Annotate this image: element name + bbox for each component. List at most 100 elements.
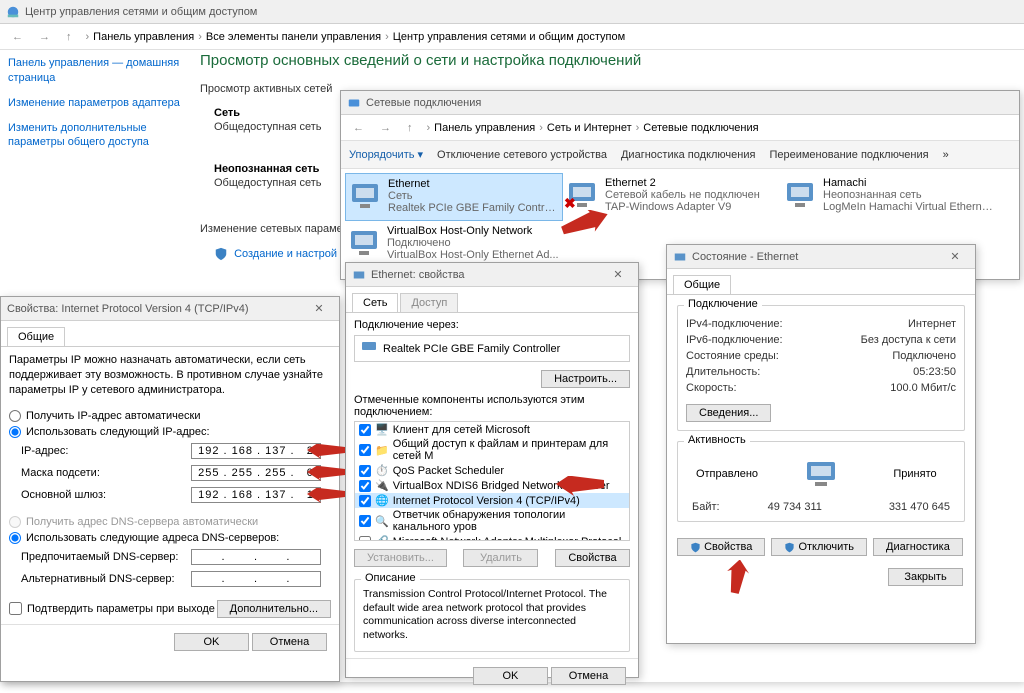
- bytes-sent: 49 734 311: [755, 501, 835, 513]
- connection-item-ethernet[interactable]: Ethernet Сеть Realtek PCIe GBE Family Co…: [345, 173, 563, 221]
- window-title: Ethernet: свойства: [371, 269, 465, 281]
- manual-ip-radio[interactable]: Использовать следующий IP-адрес:: [9, 424, 331, 440]
- organize-button[interactable]: Упорядочить ▾: [349, 148, 423, 161]
- nav-up-icon[interactable]: ↑: [401, 122, 419, 134]
- ipv6-value: Без доступа к сети: [861, 334, 956, 346]
- connect-via-label: Подключение через:: [354, 319, 630, 331]
- nav-fwd-icon[interactable]: →: [33, 31, 56, 43]
- properties-button[interactable]: Свойства: [677, 538, 765, 556]
- shield-icon: [784, 542, 795, 553]
- dns1-input[interactable]: [191, 549, 321, 565]
- activity-group: Активность Отправлено Принято Байт: 49 7…: [677, 441, 965, 522]
- component-checkbox[interactable]: [359, 424, 371, 436]
- group-legend: Подключение: [684, 298, 762, 310]
- mask-label: Маска подсети:: [21, 467, 191, 479]
- connection-device: LogMeIn Hamachi Virtual Etherne...: [823, 201, 995, 213]
- connection-group: Подключение IPv4-подключение:Интернет IP…: [677, 305, 965, 431]
- device-name: Realtek PCIe GBE Family Controller: [383, 343, 560, 355]
- ip-label: IP-адрес:: [21, 445, 191, 457]
- close-icon[interactable]: ✕: [305, 302, 333, 315]
- bytes-recv: 331 470 645: [870, 501, 950, 513]
- sidebar-home-link[interactable]: Панель управления — домашняя страница: [8, 56, 183, 86]
- shield-icon: [690, 542, 701, 553]
- tab-access[interactable]: Доступ: [400, 293, 458, 312]
- component-checkbox[interactable]: [359, 495, 371, 507]
- sidebar-adapter-link[interactable]: Изменение параметров адаптера: [8, 96, 183, 111]
- cancel-button[interactable]: Отмена: [252, 633, 327, 651]
- description-legend: Описание: [361, 572, 420, 584]
- configure-button[interactable]: Настроить...: [541, 370, 630, 388]
- component-item[interactable]: 🔌VirtualBox NDIS6 Bridged Networking Dri…: [355, 478, 629, 493]
- validate-checkbox[interactable]: Подтвердить параметры при выходе: [9, 602, 215, 615]
- sidebar-sharing-link[interactable]: Изменить дополнительные параметры общего…: [8, 121, 183, 151]
- tab-general[interactable]: Общие: [7, 327, 65, 346]
- nav-back-icon[interactable]: ←: [6, 31, 29, 43]
- dns2-label: Альтернативный DNS-сервер:: [21, 573, 191, 585]
- advanced-button[interactable]: Дополнительно...: [217, 600, 331, 618]
- component-item[interactable]: 🔍Ответчик обнаружения топологии канально…: [355, 508, 629, 534]
- tab-general[interactable]: Общие: [673, 275, 731, 294]
- ethernet-icon: [350, 178, 384, 218]
- ethernet-icon: [352, 268, 366, 282]
- breadcrumb-bar: ← → ↑ › Панель управления › Сеть и Интер…: [341, 115, 1019, 141]
- component-item[interactable]: 📁Общий доступ к файлам и принтерам для с…: [355, 437, 629, 463]
- connection-item-hamachi[interactable]: Hamachi Неопознанная сеть LogMeIn Hamach…: [781, 173, 999, 221]
- component-item-ipv4[interactable]: 🌐Internet Protocol Version 4 (TCP/IPv4): [355, 493, 629, 508]
- remove-button[interactable]: Удалить: [463, 549, 538, 567]
- component-icon: 🌐: [375, 494, 389, 507]
- breadcrumb-item[interactable]: Центр управления сетями и общим доступом: [393, 31, 625, 43]
- disable-button[interactable]: Отключить: [771, 538, 867, 556]
- breadcrumb-item[interactable]: Панель управления: [93, 31, 194, 43]
- more-button[interactable]: »: [943, 149, 949, 161]
- action-buttons: Свойства Отключить Диагностика: [667, 532, 975, 562]
- breadcrumb-item[interactable]: Сетевые подключения: [643, 122, 758, 134]
- auto-ip-radio[interactable]: Получить IP-адрес автоматически: [9, 408, 331, 424]
- gateway-input[interactable]: [191, 487, 321, 503]
- component-checkbox[interactable]: [359, 480, 371, 492]
- page-heading: Просмотр основных сведений о сети и наст…: [200, 52, 1016, 69]
- rename-button[interactable]: Переименование подключения: [769, 149, 928, 161]
- manual-dns-radio[interactable]: Использовать следующие адреса DNS-сервер…: [9, 530, 331, 546]
- breadcrumb-item[interactable]: Все элементы панели управления: [206, 31, 381, 43]
- details-button[interactable]: Сведения...: [686, 404, 771, 422]
- activity-icon: [791, 456, 851, 491]
- diagnose-button[interactable]: Диагностика: [873, 538, 963, 556]
- connection-device: VirtualBox Host-Only Ethernet Ad...: [387, 249, 559, 261]
- nav-back-icon[interactable]: ←: [347, 122, 370, 134]
- component-item[interactable]: 🖥️Клиент для сетей Microsoft: [355, 422, 629, 437]
- components-list: 🖥️Клиент для сетей Microsoft 📁Общий дост…: [354, 421, 630, 541]
- close-icon[interactable]: ✕: [604, 268, 632, 281]
- component-item[interactable]: ⏱️QoS Packet Scheduler: [355, 463, 629, 478]
- network-center-icon: [6, 5, 20, 19]
- ethernet-icon: [673, 250, 687, 264]
- component-checkbox[interactable]: [359, 515, 371, 527]
- nav-fwd-icon[interactable]: →: [374, 122, 397, 134]
- install-button[interactable]: Установить...: [354, 549, 447, 567]
- tabs: Сеть Доступ: [346, 287, 638, 313]
- component-checkbox[interactable]: [359, 465, 371, 477]
- diagnose-button[interactable]: Диагностика подключения: [621, 149, 755, 161]
- tab-network[interactable]: Сеть: [352, 293, 398, 312]
- breadcrumb-item[interactable]: Сеть и Интернет: [547, 122, 632, 134]
- nav-up-icon[interactable]: ↑: [60, 31, 78, 43]
- close-icon[interactable]: ✕: [941, 250, 969, 263]
- component-item[interactable]: 🔗Microsoft Network Adapter Multiplexor P…: [355, 534, 629, 541]
- ok-button[interactable]: OK: [174, 633, 249, 651]
- device-box: Realtek PCIe GBE Family Controller: [354, 335, 630, 362]
- component-checkbox[interactable]: [359, 444, 371, 456]
- ethernet-icon: ✖: [567, 177, 601, 217]
- connection-status: Сеть: [388, 190, 558, 202]
- speed-value: 100.0 Мбит/с: [890, 382, 956, 394]
- component-icon: 🔌: [375, 479, 389, 492]
- connection-item-ethernet2[interactable]: ✖ Ethernet 2 Сетевой кабель не подключен…: [563, 173, 781, 221]
- disable-device-button[interactable]: Отключение сетевого устройства: [437, 149, 607, 161]
- gateway-label: Основной шлюз:: [21, 489, 191, 501]
- ip-input[interactable]: [191, 443, 321, 459]
- close-button[interactable]: Закрыть: [888, 568, 963, 586]
- mask-input[interactable]: [191, 465, 321, 481]
- create-connection-link[interactable]: Создание и настрой: [234, 248, 337, 260]
- dns2-input[interactable]: [191, 571, 321, 587]
- component-properties-button[interactable]: Свойства: [555, 549, 630, 567]
- breadcrumb-item[interactable]: Панель управления: [434, 122, 535, 134]
- group-legend: Активность: [684, 434, 750, 446]
